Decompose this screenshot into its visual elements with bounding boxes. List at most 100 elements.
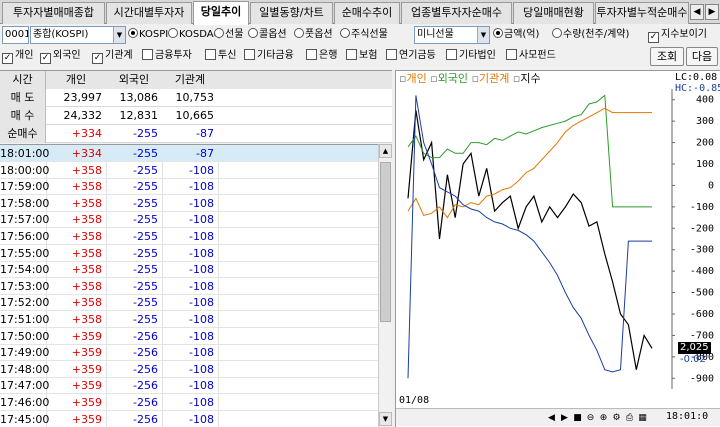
tab-prev-arrow-icon[interactable]: ◀ (690, 4, 704, 20)
code-input[interactable]: 0001 (2, 26, 29, 44)
header-individual: 개인 (46, 71, 106, 89)
table-row[interactable]: 18:00:00 +358 -255 -108 (0, 162, 378, 179)
summary-table: 시간 개인 외국인 기관계 매 도 23,997 13,086 10,753 매… (0, 70, 392, 143)
value-institution: 10,665 (175, 109, 215, 122)
table-row[interactable]: 17:53:00 +358 -255 -108 (0, 278, 378, 295)
table-row[interactable]: 17:58:00 +358 -255 -108 (0, 195, 378, 212)
futures-select[interactable]: 미니선물 ▼ (414, 26, 490, 44)
series-line-4 (407, 95, 652, 379)
radio-label: 금액(억) (504, 29, 540, 40)
table-row[interactable]: 17:51:00 +358 -255 -108 (0, 311, 378, 328)
table-row[interactable]: 17:56:00 +358 -255 -108 (0, 228, 378, 245)
market-select[interactable]: 종합(KOSPI) ▼ (30, 26, 126, 44)
y-tick-label: -300 (690, 245, 714, 256)
cell-institution: -108 (189, 396, 214, 409)
cell-individual: +359 (71, 396, 102, 409)
radio-put-option[interactable]: 풋옵션 (294, 26, 333, 44)
tab-cumulative-net-buy[interactable]: 투자자별누적순매수 (595, 2, 689, 24)
stop-icon[interactable]: ■ (572, 412, 583, 424)
cell-time: 17:56:00 (0, 230, 50, 243)
table-row[interactable]: 17:59:00 +358 -255 -108 (0, 178, 378, 196)
header-foreign: 외국인 (106, 71, 162, 89)
cell-time: 17:49:00 (0, 346, 50, 360)
cell-time: 17:46:00 (0, 396, 50, 409)
checkbox-icon (244, 49, 255, 60)
scroll-down-icon[interactable]: ▼ (379, 412, 392, 426)
checkmark-icon: ✓ (40, 53, 51, 64)
radio-futures[interactable]: 선물 (214, 26, 243, 44)
radio-call-option[interactable]: 콜옵션 (248, 26, 287, 44)
check-individual[interactable]: ✓ 개인 (2, 47, 33, 65)
tab-investor-summary[interactable]: 투자자별매매종합 (2, 2, 105, 24)
y-tick-label: 400 (696, 95, 714, 106)
code-value: 0001 (5, 29, 29, 40)
tab-net-buy-trend[interactable]: 순매수추이 (334, 2, 400, 24)
play-backward-icon[interactable]: ◀ (546, 412, 557, 424)
check-trust[interactable]: 투신 (205, 47, 236, 65)
value-foreign: -255 (133, 127, 158, 140)
cell-institution: -108 (189, 412, 214, 426)
check-pension[interactable]: 연기금등 (386, 47, 436, 65)
table-row[interactable]: 17:54:00 +358 -255 -108 (0, 261, 378, 279)
y-tick-label: -400 (690, 266, 714, 277)
query-button[interactable]: 조회 (650, 47, 684, 66)
zoom-in-icon[interactable]: ⊕ (598, 412, 609, 424)
y-tick-label: 0 (708, 180, 714, 191)
cell-individual: +358 (71, 313, 102, 326)
cell-individual: +358 (71, 230, 102, 243)
table-row[interactable]: 17:49:00 +359 -256 -108 (0, 344, 378, 362)
tab-intraday-trend[interactable]: 당일추이 (193, 1, 249, 25)
row-label: 매 도 (0, 89, 46, 107)
check-insurance[interactable]: 보험 (346, 47, 377, 65)
radio-quantity[interactable]: 수량(천주/계약) (552, 26, 629, 44)
scroll-thumb[interactable] (380, 162, 391, 322)
radio-label: 주식선물 (351, 29, 388, 40)
settings-icon[interactable]: ⚙ (611, 412, 622, 424)
tab-time-investor[interactable]: 시간대별투자자 (106, 2, 192, 24)
check-other-corp[interactable]: 기타법인 (446, 47, 496, 65)
check-foreign[interactable]: ✓ 외국인 (40, 47, 81, 65)
table-row[interactable]: 17:48:00 +359 -256 -108 (0, 361, 378, 378)
table-row[interactable]: 17:50:00 +359 -256 -108 (0, 328, 378, 345)
table-row[interactable]: 17:45:00 +359 -256 -108 (0, 411, 378, 427)
check-financial-investment[interactable]: 금융투자 (142, 47, 192, 65)
radio-stock-futures[interactable]: 주식선물 (340, 26, 388, 44)
checkbox-label: 개인 (15, 50, 34, 61)
tab-next-arrow-icon[interactable]: ▶ (705, 4, 719, 20)
table-row[interactable]: 17:47:00 +359 -256 -108 (0, 377, 378, 395)
cell-individual: +358 (71, 279, 102, 293)
summary-row-net: 순매수 +334 -255 -87 (0, 125, 392, 143)
radio-label: 수량(천주/계약) (563, 29, 630, 40)
cell-individual: +358 (71, 213, 102, 227)
radio-kospi[interactable]: KOSPI (128, 26, 168, 44)
next-button[interactable]: 다음 (686, 47, 718, 66)
cell-individual: +358 (71, 296, 102, 310)
check-institution[interactable]: ✓ 기관계 (92, 47, 133, 65)
zoom-out-icon[interactable]: ⊖ (585, 412, 596, 424)
check-other-finance[interactable]: 기타금융 (244, 47, 294, 65)
value-institution: 10,753 (175, 91, 215, 104)
check-private-fund[interactable]: 사모펀드 (506, 47, 556, 65)
play-icon[interactable]: ▶ (559, 412, 570, 424)
grid-icon[interactable]: ▦ (637, 412, 648, 424)
table-scrollbar[interactable]: ▲ ▼ (378, 144, 392, 427)
row-label: 매 수 (0, 107, 46, 125)
tab-bar: 투자자별매매종합 시간대별투자자 당일추이 일별동향/차트 순매수추이 업종별투… (0, 0, 720, 25)
cell-foreign: -255 (133, 213, 158, 227)
table-row[interactable]: 17:46:00 +359 -256 -108 (0, 394, 378, 411)
table-row[interactable]: 17:57:00 +358 -255 -108 (0, 211, 378, 229)
table-row[interactable]: 18:01:00 +334 -255 -87 (0, 145, 378, 162)
radio-dot-icon (552, 28, 562, 38)
table-row[interactable]: 17:55:00 +358 -255 -108 (0, 245, 378, 262)
show-index-checkbox[interactable]: ✓ 지수보이기 (648, 26, 707, 44)
tab-daily-trend-chart[interactable]: 일별동향/차트 (250, 2, 333, 24)
cell-time: 17:45:00 (0, 412, 50, 426)
tab-daily-trading-status[interactable]: 당일매매현황 (513, 2, 594, 24)
table-row[interactable]: 17:52:00 +358 -255 -108 (0, 294, 378, 312)
radio-amount[interactable]: 금액(억) (493, 26, 539, 44)
tab-sector-net-buy[interactable]: 업종별투자자순매수 (401, 2, 512, 24)
check-bank[interactable]: 은행 (306, 47, 337, 65)
y-tick-label: -700 (690, 330, 714, 341)
print-icon[interactable]: ⎙ (624, 412, 635, 424)
scroll-up-icon[interactable]: ▲ (379, 144, 392, 158)
